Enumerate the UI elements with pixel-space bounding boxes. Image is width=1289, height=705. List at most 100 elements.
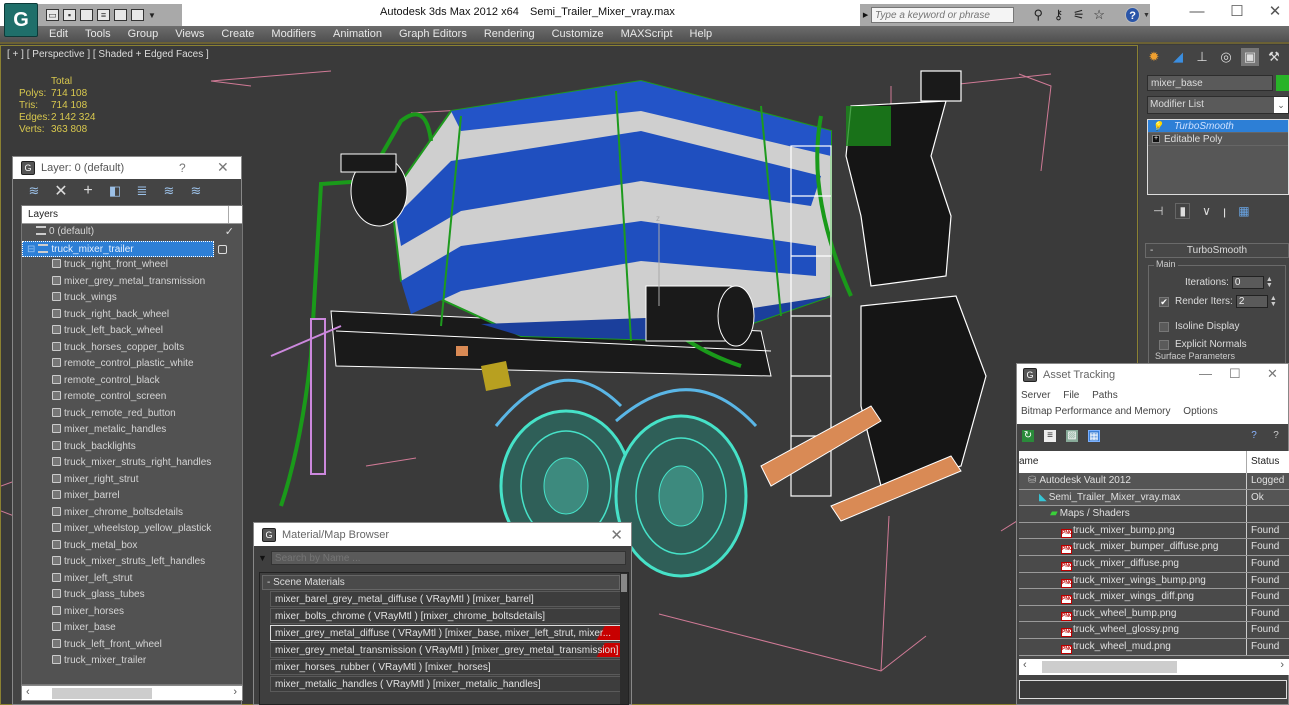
status-column-header[interactable]: Status bbox=[1247, 451, 1279, 473]
vertical-scrollbar[interactable] bbox=[620, 573, 628, 704]
keyword-search-input[interactable] bbox=[871, 7, 1015, 23]
layer-object-row[interactable]: truck_right_back_wheel bbox=[22, 307, 242, 324]
add-icon[interactable]: + bbox=[81, 182, 95, 200]
scroll-right-icon[interactable]: › bbox=[233, 686, 237, 698]
spinner-arrows-icon[interactable]: ▲ ▼ bbox=[1266, 276, 1274, 289]
iterations-spinner[interactable] bbox=[1231, 276, 1264, 289]
save-file-icon[interactable]: ▪ bbox=[63, 9, 76, 21]
spinner-arrows-icon[interactable]: ▲ ▼ bbox=[1270, 295, 1278, 308]
asset-status-field[interactable] bbox=[1019, 680, 1287, 699]
layer-object-row[interactable]: mixer_grey_metal_transmission bbox=[22, 274, 242, 291]
asset-row[interactable]: PNGtruck_mixer_bumper_diffuse.png Found bbox=[1019, 539, 1289, 556]
asset-row[interactable]: PNGtruck_wheel_bump.png Found bbox=[1019, 605, 1289, 623]
remove-modifier-icon[interactable]: ꞁ bbox=[1223, 204, 1226, 218]
render-iters-checkbox[interactable]: ✔ bbox=[1159, 296, 1169, 307]
modifier-list-dropdown[interactable]: Modifier List ⌄ bbox=[1147, 96, 1289, 114]
pin-stack-icon[interactable]: ⊣ bbox=[1153, 204, 1163, 218]
menu-group[interactable]: Group bbox=[128, 28, 159, 40]
delete-layer-icon[interactable]: ≋ bbox=[27, 183, 41, 199]
material-row[interactable]: mixer_bolts_chrome ( VRayMtl ) [mixer_ch… bbox=[270, 608, 622, 624]
asset-row[interactable]: PNGtruck_mixer_wings_bump.png Found bbox=[1019, 572, 1289, 590]
surface-parameters-label[interactable]: Surface Parameters bbox=[1155, 351, 1235, 361]
layer-object-row[interactable]: mixer_right_strut bbox=[22, 472, 242, 489]
layer-object-row[interactable]: mixer_base bbox=[22, 620, 242, 637]
layer-object-row[interactable]: mixer_chrome_boltsdetails bbox=[22, 505, 242, 522]
close-button[interactable]: ✕ bbox=[217, 159, 229, 176]
motion-tab-icon[interactable]: ◎ bbox=[1217, 48, 1235, 66]
asset-row[interactable]: PNGtruck_mixer_bump.png Found bbox=[1019, 522, 1289, 540]
hold-icon[interactable]: ≡ bbox=[97, 9, 110, 21]
rollout-header[interactable]: - TurboSmooth bbox=[1145, 243, 1289, 258]
name-column-header[interactable]: ame bbox=[1019, 451, 1247, 473]
asset-row[interactable]: ⛁ Autodesk Vault 2012 Logged bbox=[1019, 473, 1289, 490]
hierarchy-tab-icon[interactable]: ⊥ bbox=[1193, 48, 1211, 66]
object-name-field[interactable] bbox=[1147, 75, 1273, 91]
scrollbar-thumb[interactable] bbox=[1042, 661, 1177, 673]
expand-plus-icon[interactable]: + bbox=[1152, 135, 1160, 143]
layer-object-row[interactable]: mixer_wheelstop_yellow_plastick bbox=[22, 521, 242, 538]
help-button[interactable]: ? bbox=[179, 161, 186, 175]
layer-object-row[interactable]: mixer_horses bbox=[22, 604, 242, 621]
thumbnail-view-icon[interactable]: ▨ bbox=[1066, 430, 1078, 442]
undo-icon[interactable] bbox=[80, 9, 93, 21]
explicit-normals-checkbox[interactable] bbox=[1159, 339, 1169, 350]
layer-object-row[interactable]: truck_left_back_wheel bbox=[22, 323, 242, 340]
make-unique-icon[interactable]: ∨ bbox=[1202, 204, 1211, 218]
layer-object-row[interactable]: truck_glass_tubes bbox=[22, 587, 242, 604]
material-row[interactable]: mixer_grey_metal_transmission ( VRayMtl … bbox=[270, 642, 622, 658]
menu-create[interactable]: Create bbox=[221, 28, 254, 40]
layer-object-row[interactable]: truck_right_front_wheel bbox=[22, 257, 242, 274]
delete-icon[interactable]: ✕ bbox=[54, 181, 68, 201]
expand-arrow-icon[interactable]: ▶ bbox=[860, 11, 871, 19]
set-current-layer-icon[interactable]: ≋ bbox=[162, 183, 176, 199]
layer-object-row[interactable]: truck_horses_copper_bolts bbox=[22, 340, 242, 357]
asset-row[interactable]: ▰ Maps / Shaders bbox=[1019, 506, 1289, 523]
lightbulb-icon[interactable]: 💡 bbox=[1152, 120, 1174, 133]
menu-paths[interactable]: Paths bbox=[1092, 390, 1118, 401]
current-layer-box-icon[interactable] bbox=[218, 244, 227, 254]
help-dropdown-icon[interactable]: ▼ bbox=[1143, 12, 1150, 19]
layer-window-titlebar[interactable]: G Layer: 0 (default) bbox=[13, 157, 241, 179]
help-icon[interactable]: ? bbox=[1125, 7, 1141, 23]
binoculars-icon[interactable]: ⚲ bbox=[1028, 7, 1048, 23]
scroll-right-icon[interactable]: › bbox=[1280, 659, 1284, 671]
stack-item-editable-poly[interactable]: + Editable Poly bbox=[1148, 133, 1288, 146]
render-iters-spinner[interactable] bbox=[1235, 295, 1268, 308]
asset-row[interactable]: PNGtruck_mixer_wings_diff.png Found bbox=[1019, 589, 1289, 606]
create-tab-icon[interactable]: ✹ bbox=[1145, 48, 1163, 66]
horizontal-scrollbar[interactable]: ‹ › bbox=[21, 685, 243, 701]
menu-help[interactable]: Help bbox=[690, 28, 713, 40]
viewport-label[interactable]: [ + ] [ Perspective ] [ Shaded + Edged F… bbox=[7, 49, 209, 60]
scene-materials-group[interactable]: - Scene Materials bbox=[262, 575, 620, 590]
scroll-left-icon[interactable]: ‹ bbox=[1023, 659, 1027, 671]
close-button[interactable]: ✕ bbox=[1267, 366, 1278, 382]
collapse-icon[interactable]: - bbox=[1150, 244, 1153, 257]
menu-views[interactable]: Views bbox=[175, 28, 204, 40]
menu-bitmap-performance[interactable]: Bitmap Performance and Memory bbox=[1021, 406, 1171, 417]
show-end-result-icon[interactable]: ▮ bbox=[1175, 203, 1191, 219]
menu-animation[interactable]: Animation bbox=[333, 28, 382, 40]
scrollbar-thumb[interactable] bbox=[52, 688, 152, 699]
close-button[interactable]: ✕ bbox=[1258, 2, 1289, 22]
layer-object-row[interactable]: remote_control_screen bbox=[22, 389, 242, 406]
layer-row-truck-mixer-trailer[interactable]: ⊟ truck_mixer_trailer bbox=[22, 240, 227, 257]
layer-object-row[interactable]: mixer_barrel bbox=[22, 488, 242, 505]
layer-object-row[interactable]: truck_wings bbox=[22, 290, 242, 307]
menu-maxscript[interactable]: MAXScript bbox=[621, 28, 673, 40]
asset-row[interactable]: PNGtruck_mixer_diffuse.png Found bbox=[1019, 555, 1289, 573]
maximize-button[interactable]: ☐ bbox=[1220, 2, 1254, 22]
layer-object-row[interactable]: truck_mixer_struts_right_handles bbox=[22, 455, 242, 472]
scrollbar-thumb[interactable] bbox=[621, 574, 627, 592]
menu-file[interactable]: File bbox=[1063, 390, 1079, 401]
select-objects-icon[interactable]: ◧ bbox=[108, 183, 122, 199]
material-row[interactable]: mixer_grey_metal_diffuse ( VRayMtl ) [mi… bbox=[270, 625, 622, 641]
configure-modifier-sets-icon[interactable]: ▦ bbox=[1238, 204, 1249, 218]
material-row[interactable]: mixer_horses_rubber ( VRayMtl ) [mixer_h… bbox=[270, 659, 622, 675]
menu-customize[interactable]: Customize bbox=[552, 28, 604, 40]
layer-object-row[interactable]: truck_mixer_struts_left_handles bbox=[22, 554, 242, 571]
asset-tracking-titlebar[interactable]: G Asset Tracking — ☐ ✕ bbox=[1017, 364, 1288, 386]
layer-object-row[interactable]: remote_control_plastic_white bbox=[22, 356, 242, 373]
menu-edit[interactable]: Edit bbox=[49, 28, 68, 40]
object-color-swatch[interactable] bbox=[1276, 75, 1289, 91]
key-icon[interactable]: ⚷ bbox=[1048, 7, 1068, 23]
